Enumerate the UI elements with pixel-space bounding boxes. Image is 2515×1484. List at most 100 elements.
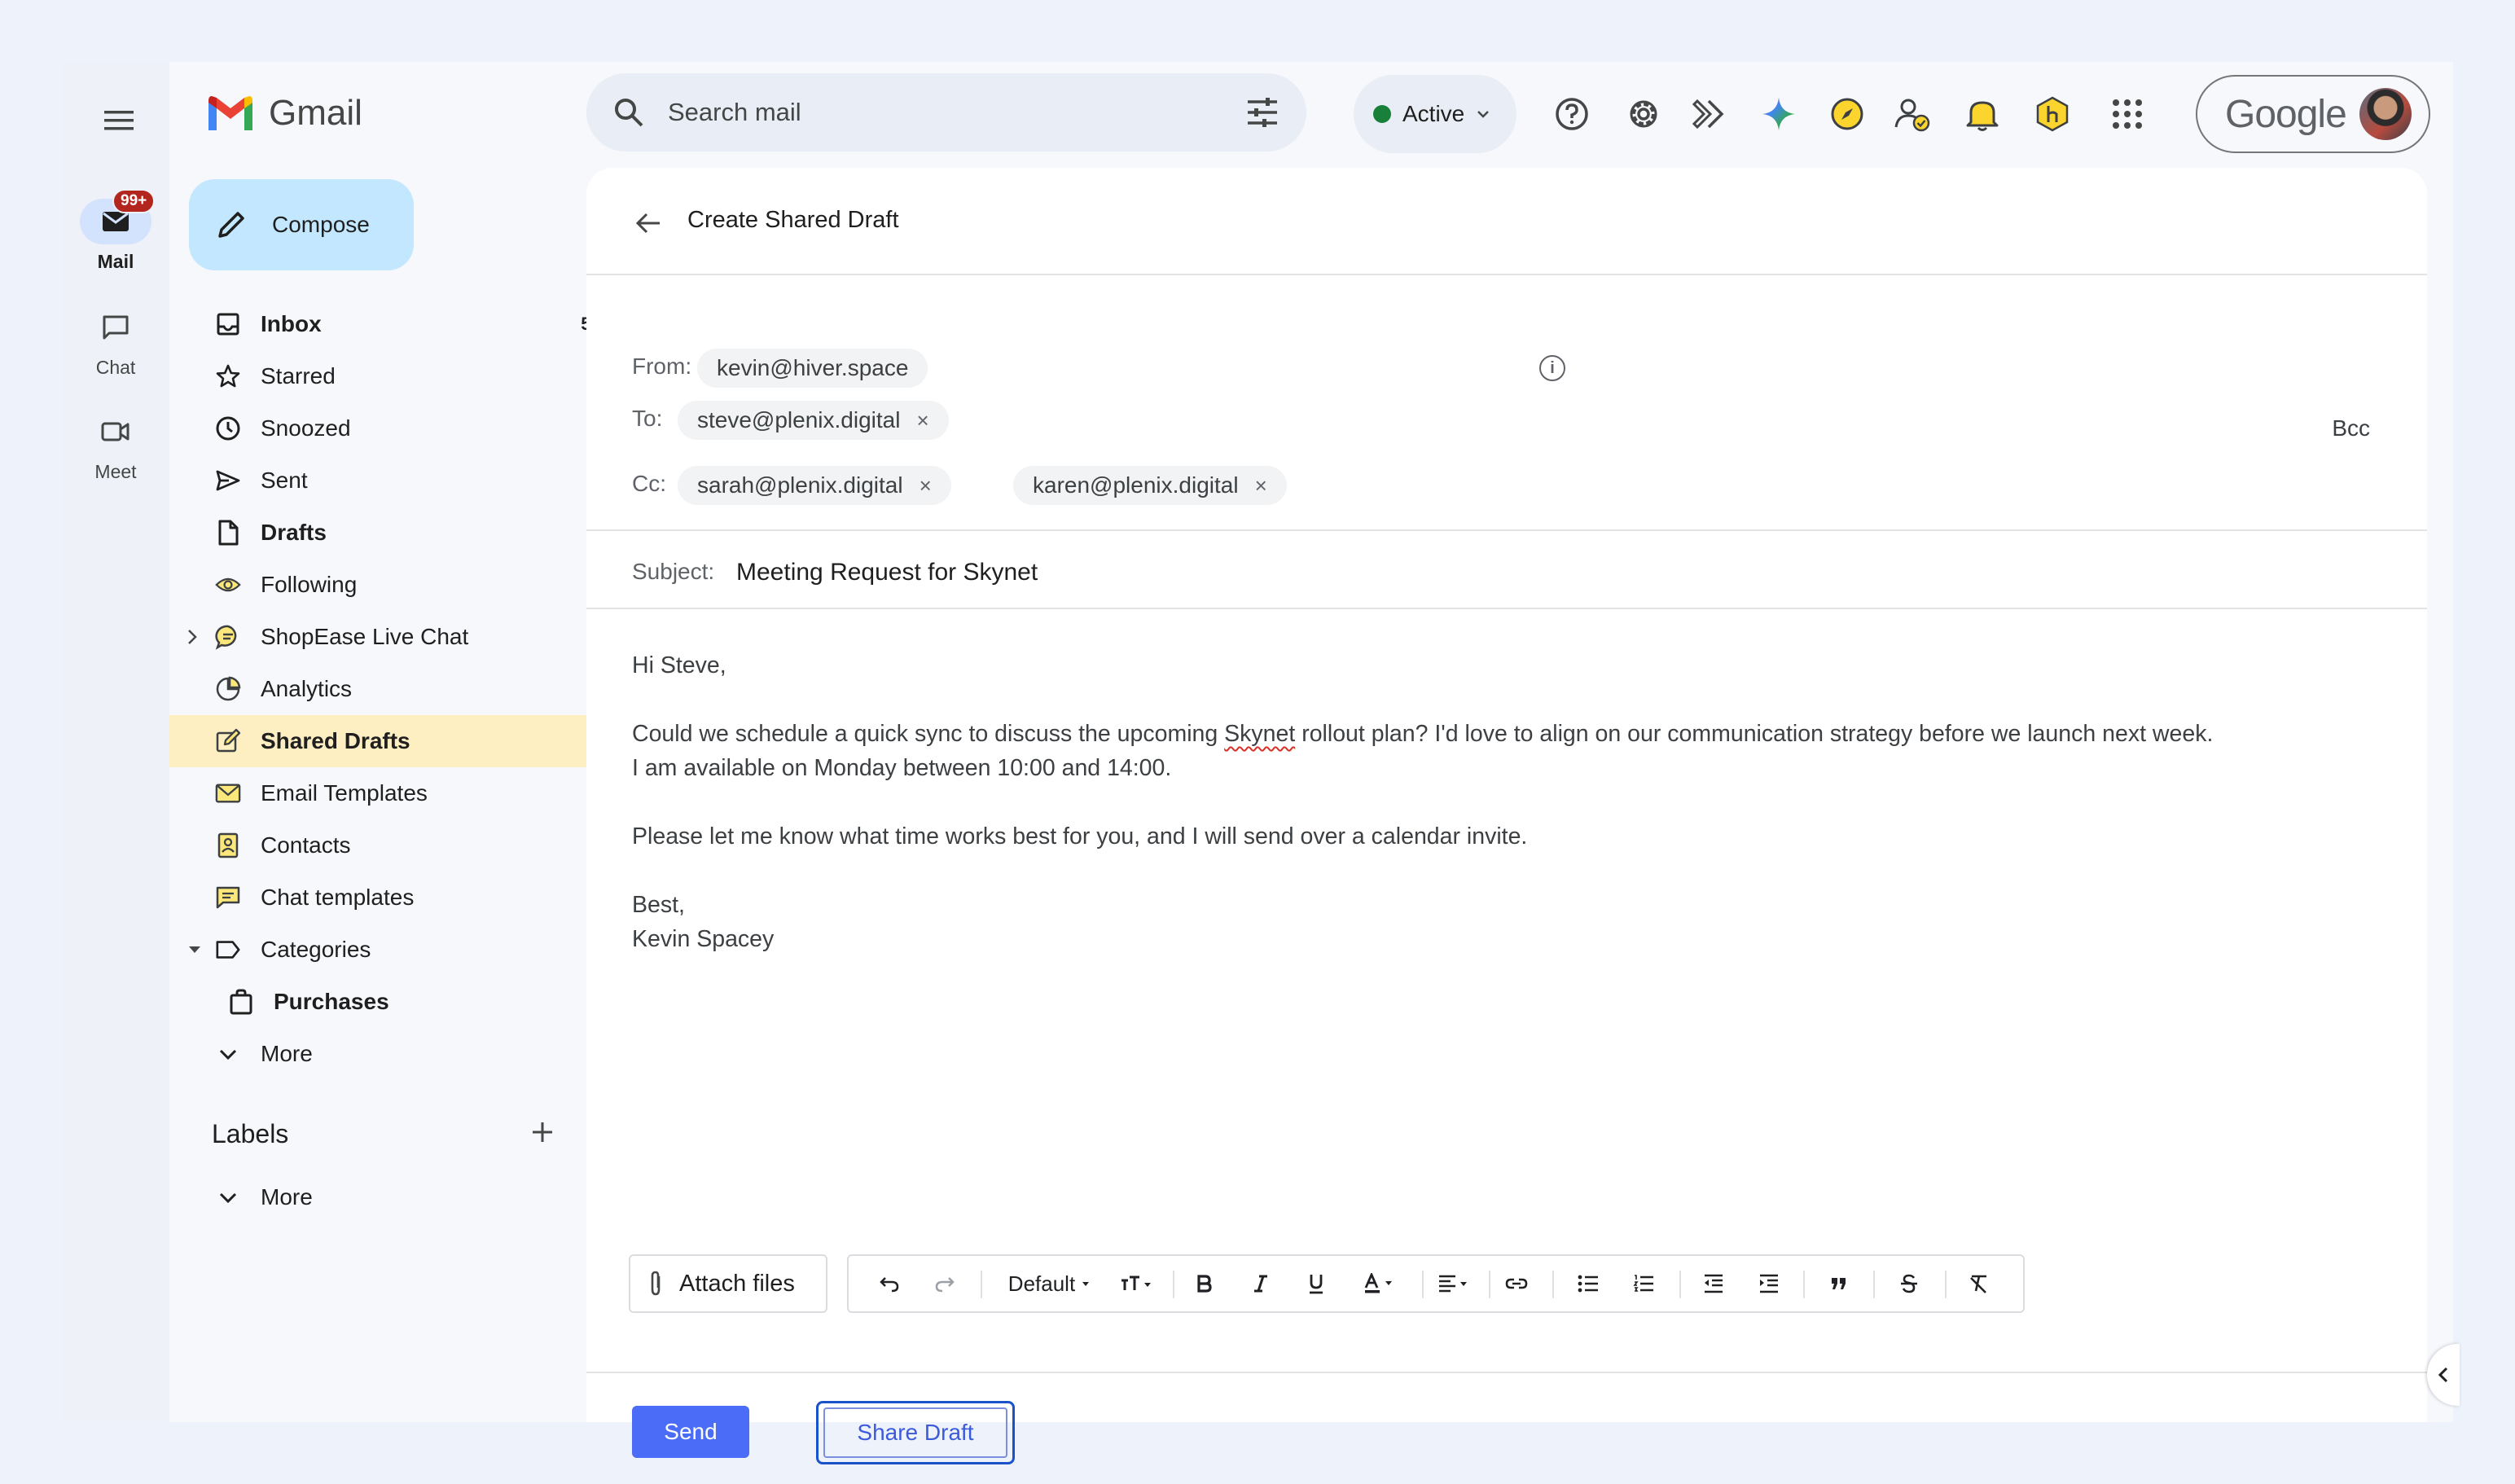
sidebar-item-more[interactable]: More (169, 1028, 630, 1080)
main-menu-button[interactable] (91, 98, 147, 143)
search-icon[interactable] (612, 96, 645, 129)
outdent-button[interactable] (1697, 1267, 1730, 1300)
account-switcher[interactable]: Google (2196, 75, 2430, 153)
cc-chip[interactable]: karen@plenix.digital × (1013, 466, 1287, 505)
shopping-bag-icon (230, 989, 252, 1015)
sidebar-item-shopease-live-chat[interactable]: ShopEase Live Chat (169, 611, 630, 663)
hiver-badge-button[interactable] (2030, 91, 2075, 137)
panel-header: Create Shared Draft (586, 168, 2427, 275)
sidebar-item-email-templates[interactable]: Email Templates (169, 767, 630, 819)
gear-icon (1630, 100, 1657, 128)
font-family-select[interactable]: Default (999, 1267, 1099, 1300)
redo-icon (935, 1277, 955, 1293)
shared-draft-panel: Create Shared Draft From: kevin@hiver.sp… (586, 168, 2427, 1464)
chevron-right-icon[interactable] (186, 627, 199, 647)
bold-button[interactable] (1187, 1267, 1220, 1300)
status-selector[interactable]: Active (1354, 75, 1516, 153)
insert-link-button[interactable] (1500, 1267, 1533, 1300)
recipient-chip[interactable]: steve@plenix.digital × (678, 401, 949, 440)
gmail-m-icon (208, 96, 252, 130)
user-status-button[interactable] (1890, 91, 1935, 137)
indent-button[interactable] (1753, 1267, 1785, 1300)
chevron-down-icon (219, 1049, 237, 1060)
redo-button[interactable] (928, 1267, 961, 1300)
italic-button[interactable] (1244, 1267, 1277, 1300)
sidebar-item-contacts[interactable]: Contacts (169, 819, 630, 872)
caret-down-icon[interactable] (186, 940, 204, 959)
underline-button[interactable] (1300, 1267, 1332, 1300)
body-line: I am available on Monday between 10:00 a… (632, 755, 1172, 781)
sidebar-item-following[interactable]: Following (169, 559, 630, 611)
sidebar-item-inbox[interactable]: Inbox 528 (169, 298, 630, 350)
info-icon[interactable]: i (1539, 355, 1565, 381)
cc-chip[interactable]: sarah@plenix.digital × (678, 466, 951, 505)
gemini-button[interactable] (1756, 91, 1802, 137)
align-button[interactable] (1432, 1267, 1477, 1300)
text-color-button[interactable] (1357, 1267, 1402, 1300)
from-chip[interactable]: kevin@hiver.space (697, 349, 928, 388)
sidebar-item-snoozed[interactable]: Snoozed (169, 402, 630, 454)
rail-chat-label: Chat (95, 357, 136, 378)
outdent-icon (1705, 1274, 1723, 1293)
misspelled-word[interactable]: Skynet (1224, 721, 1295, 747)
share-draft-label: Share Draft (823, 1407, 1007, 1458)
compose-button[interactable]: Compose (189, 179, 414, 270)
side-panel-toggle[interactable] (2427, 1344, 2460, 1406)
rail-mail[interactable]: 99+ Mail (62, 189, 169, 273)
share-draft-button[interactable]: Share Draft (816, 1401, 1015, 1464)
labels-more[interactable]: More (169, 1171, 630, 1223)
send-button[interactable]: Send (632, 1406, 749, 1458)
help-button[interactable] (1549, 91, 1595, 137)
pie-chart-icon (216, 676, 241, 701)
sidebar-item-label: Shared Drafts (261, 728, 410, 753)
sidebar-item-starred[interactable]: Starred (169, 350, 630, 402)
status-dot (1373, 105, 1391, 123)
sidebar-item-categories[interactable]: Categories (169, 924, 630, 976)
draft-file-icon (218, 520, 239, 546)
sidebar-item-purchases[interactable]: Purchases 21 (169, 976, 630, 1028)
quote-button[interactable] (1823, 1267, 1855, 1300)
add-label-button[interactable] (523, 1113, 562, 1152)
search-options-icon[interactable] (1244, 94, 1280, 130)
sidebar-item-sent[interactable]: Sent (169, 454, 630, 507)
chat-icon (103, 315, 129, 340)
undo-button[interactable] (873, 1267, 906, 1300)
search-input[interactable] (668, 98, 1189, 127)
toolbar-divider (1679, 1271, 1681, 1298)
sidebar-item-analytics[interactable]: Analytics (169, 663, 630, 715)
attach-files-button[interactable]: Attach files (629, 1254, 827, 1313)
subject-input[interactable]: Meeting Request for Skynet (736, 559, 1038, 586)
gmail-logo[interactable]: Gmail (205, 93, 362, 134)
settings-button[interactable] (1621, 91, 1666, 137)
numbered-list-button[interactable] (1627, 1267, 1660, 1300)
text-color-icon (1364, 1273, 1392, 1293)
message-body[interactable]: Hi Steve, Could we schedule a quick sync… (632, 648, 2213, 956)
attach-files-label: Attach files (679, 1270, 795, 1297)
sidebar-item-drafts[interactable]: Drafts 15 (169, 507, 630, 559)
bcc-toggle[interactable]: Bcc (2332, 415, 2370, 441)
notifications-button[interactable] (1960, 91, 2005, 137)
rail-meet[interactable]: Meet (62, 409, 169, 483)
strikethrough-button[interactable] (1893, 1267, 1925, 1300)
remove-recipient-icon[interactable]: × (916, 408, 928, 433)
compass-button[interactable] (1824, 91, 1870, 137)
chevron-left-icon (2438, 1367, 2448, 1383)
sidebar-item-label: Inbox (261, 311, 322, 336)
hiver-app-button[interactable] (1688, 91, 1733, 137)
back-button[interactable] (629, 204, 668, 243)
remove-cc-icon[interactable]: × (920, 473, 932, 498)
video-camera-icon (101, 422, 129, 441)
toolbar-divider (1552, 1271, 1554, 1298)
user-check-icon (1894, 99, 1930, 132)
toolbar-divider (1945, 1271, 1947, 1298)
apps-button[interactable] (2105, 91, 2150, 137)
remove-cc-icon[interactable]: × (1255, 473, 1267, 498)
clear-formatting-button[interactable] (1963, 1267, 1995, 1300)
sidebar-item-chat-templates[interactable]: Chat templates (169, 872, 630, 924)
sidebar-item-shared-drafts[interactable]: Shared Drafts (169, 715, 630, 767)
rail-chat[interactable]: Chat (62, 305, 169, 379)
divider (586, 1372, 2427, 1373)
underline-icon (1310, 1275, 1323, 1294)
bulleted-list-button[interactable] (1572, 1267, 1604, 1300)
font-size-button[interactable] (1114, 1267, 1160, 1300)
